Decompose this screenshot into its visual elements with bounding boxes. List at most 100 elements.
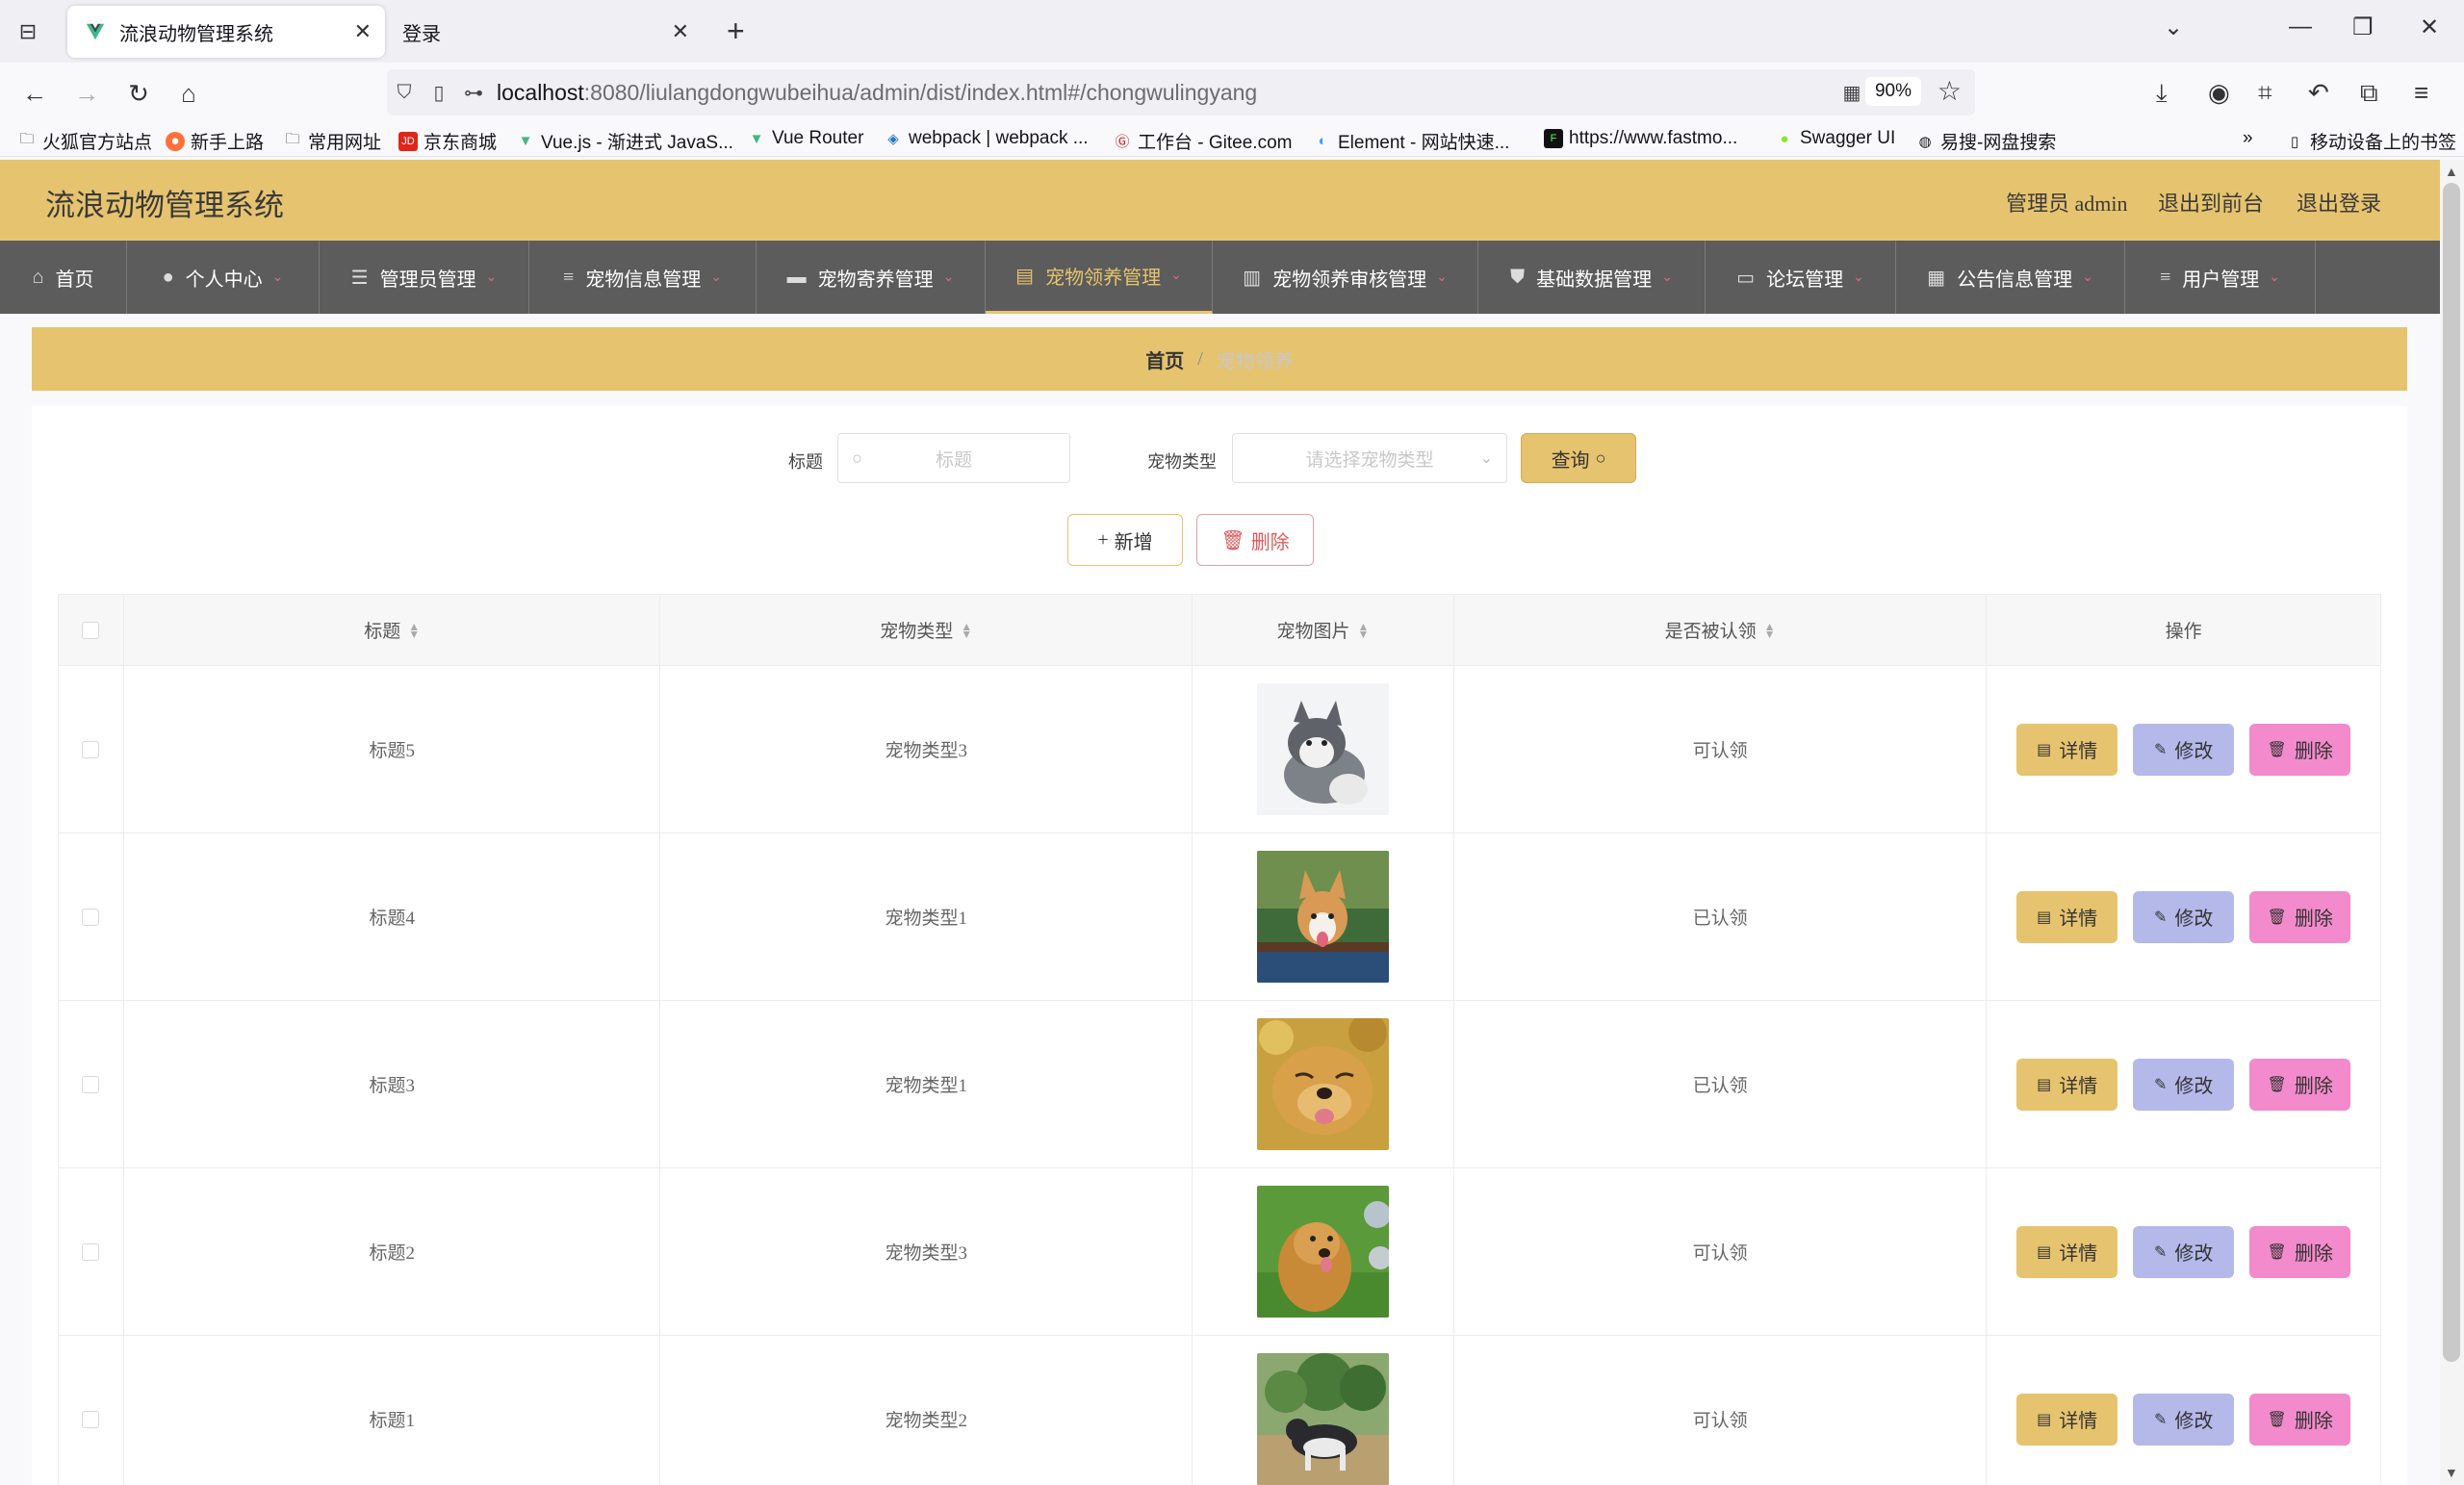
scroll-down-icon[interactable]: ▼ [2445,1465,2458,1480]
delete-button[interactable]: 🗑 删除 [2249,890,2351,943]
delete-button[interactable]: 🗑 删除 [2249,723,2351,776]
detail-button[interactable]: ▤ 详情 [2016,723,2118,776]
bookmark-item[interactable]: ▼ Vue.js - 渐进式 JavaS... [516,128,733,154]
close-tab-icon[interactable]: ✕ [672,19,689,44]
delete-button[interactable]: 🗑 删除 [2249,1225,2351,1278]
menu-item-home[interactable]: ⌂ 首页 [0,241,127,314]
qr-code-icon[interactable]: ▦ [1835,81,1869,105]
scrollbar-thumb[interactable] [2443,183,2460,1362]
screenshot-icon[interactable]: ⌗ [2258,78,2272,109]
row-checkbox[interactable] [82,908,100,926]
bookmark-item[interactable]: 🗀 常用网址 [283,128,381,154]
query-button[interactable]: 查询 ○ [1521,433,1636,483]
home-icon[interactable]: ⌂ [171,76,206,111]
select-all-checkbox[interactable] [82,621,100,639]
bookmark-item[interactable]: 🗀 火狐官方站点 [17,128,152,154]
edit-button[interactable]: ✎ 修改 [2133,723,2235,776]
exit-to-front-link[interactable]: 退出到前台 [2158,187,2264,218]
menu-item-forum[interactable]: ▭ 论坛管理 ⌄ [1706,241,1896,314]
pet-type-select[interactable]: 请选择宠物类型 ⌄ [1232,433,1507,483]
row-checkbox[interactable] [82,1410,100,1428]
bookmark-item[interactable]: ● 新手上路 [166,128,264,154]
download-icon[interactable]: ⤓ [2156,78,2168,109]
menu-item-pet-boarding[interactable]: ▬ 宠物寄养管理 ⌄ [757,241,986,314]
forward-icon[interactable]: → [69,76,104,111]
detail-button[interactable]: ▤ 详情 [2016,1225,2118,1278]
restore-icon[interactable]: ❐ [2352,13,2374,41]
tab-list-icon[interactable]: ⊟ [12,15,44,48]
reload-icon[interactable]: ↻ [121,76,156,111]
url-text[interactable]: localhost:8080/liulangdongwubeihua/admin… [497,80,1257,106]
row-checkbox[interactable] [82,740,100,758]
account-icon[interactable]: ◉ [2208,78,2230,108]
back-icon[interactable]: ← [17,76,52,111]
permissions-icon[interactable]: ⊶ [456,81,491,105]
menu-item-users[interactable]: ≡ 用户管理 ⌄ [2125,241,2316,314]
bookmark-item[interactable]: ◈ webpack | webpack ... [884,128,1088,149]
delete-button[interactable]: 🗑 删除 [2249,1393,2351,1446]
minimize-icon[interactable]: — [2289,13,2312,40]
bookmark-item[interactable]: ◐ Element - 网站快速... [1313,128,1509,154]
menu-item-pet-adoption[interactable]: ▤ 宠物领养管理 ⌄ [986,241,1213,314]
bookmark-item[interactable]: Fhttps://www.fastmo... [1544,128,1737,149]
new-tab-icon[interactable]: + [727,13,745,49]
column-header-type[interactable]: 宠物类型 ▲ ▼ [660,595,1194,665]
scroll-up-icon[interactable]: ▲ [2445,164,2458,179]
page-icon[interactable]: ▯ [422,81,456,105]
address-bar[interactable]: ⛉ ▯ ⊶ localhost:8080/liulangdongwubeihua… [387,69,1975,115]
search-icon: ○ [852,448,862,468]
browser-tab[interactable]: 登录 ✕ [385,6,703,58]
detail-button[interactable]: ▤ 详情 [2016,1058,2118,1111]
breadcrumb-home[interactable]: 首页 [1145,346,1184,373]
close-tab-icon[interactable]: ✕ [354,19,372,44]
folder-icon: 🗀 [19,131,35,147]
delete-button[interactable]: 🗑 删除 [2249,1058,2351,1111]
menu-item-base-data[interactable]: ⛊ 基础数据管理 ⌄ [1478,241,1706,314]
menu-item-profile[interactable]: ● 个人中心 ⌄ [127,241,320,314]
zoom-level[interactable]: 90% [1864,77,1921,106]
menu-item-pet-info[interactable]: ≡ 宠物信息管理 ⌄ [529,241,757,314]
row-checkbox[interactable] [82,1075,100,1093]
edit-button[interactable]: ✎ 修改 [2133,1393,2235,1446]
menu-item-adoption-review[interactable]: ▥ 宠物领养审核管理 ⌄ [1213,241,1478,314]
detail-button[interactable]: ▤ 详情 [2016,1393,2118,1446]
close-window-icon[interactable]: ✕ [2420,13,2439,41]
column-header-title[interactable]: 标题 ▲ ▼ [124,595,661,665]
bookmark-item[interactable]: Ⓖ 工作台 - Gitee.com [1113,128,1292,154]
undo-icon[interactable]: ↶ [2308,78,2329,108]
trash-icon: 🗑 [2267,909,2287,926]
swagger-icon: ● [1780,130,1789,147]
sort-icon[interactable]: ▲ ▼ [1357,621,1369,640]
shield-icon[interactable]: ⛉ [387,82,422,104]
bookmark-item[interactable]: ▼ Vue Router [747,128,864,149]
row-type: 宠物类型2 [660,1336,1194,1485]
sort-icon[interactable]: ▲ ▼ [961,621,972,640]
title-search-input[interactable]: ○ 标题 [837,433,1070,483]
row-checkbox[interactable] [82,1242,100,1261]
sort-icon[interactable]: ▲ ▼ [1764,621,1776,640]
browser-tab-active[interactable]: 流浪动物管理系统 ✕ [67,6,385,58]
edit-button[interactable]: ✎ 修改 [2133,890,2235,943]
edit-button[interactable]: ✎ 修改 [2133,1225,2235,1278]
search-form: 标题 ○ 标题 宠物类型 请选择宠物类型 ⌄ 查询 ○ [32,431,2407,485]
bookmark-item[interactable]: ● Swagger UI [1775,128,1895,149]
extensions-icon[interactable]: ⧉ [2360,78,2378,109]
column-header-status[interactable]: 是否被认领 ▲ ▼ [1454,595,1988,665]
add-button[interactable]: + 新增 [1067,514,1183,566]
edit-button[interactable]: ✎ 修改 [2133,1058,2235,1111]
bookmark-item[interactable]: ◍ 易搜-网盘搜索 [1915,128,2056,154]
logout-link[interactable]: 退出登录 [2297,187,2381,218]
menu-item-admin[interactable]: ☰ 管理员管理 ⌄ [320,241,529,314]
list-all-tabs-icon[interactable]: ⌄ [2164,13,2183,41]
more-bookmarks-icon[interactable]: » [2243,128,2253,149]
menu-item-notice[interactable]: ▦ 公告信息管理 ⌄ [1896,241,2125,314]
bookmark-star-icon[interactable]: ☆ [1938,75,1962,107]
column-header-photo[interactable]: 宠物图片 ▲ ▼ [1193,595,1454,665]
batch-delete-button[interactable]: 🗑 删除 [1196,514,1314,566]
table-row: 标题1 宠物类型2 可认领 ▤ 详情 ✎ 修改 🗑 删除 [59,1336,2380,1485]
sort-icon[interactable]: ▲ ▼ [408,621,420,640]
bookmark-item[interactable]: JD 京东商城 [398,128,497,154]
detail-button[interactable]: ▤ 详情 [2016,890,2118,943]
app-menu-icon[interactable]: ≡ [2414,78,2428,108]
mobile-bookmarks[interactable]: ▯ 移动设备上的书签 [2285,128,2456,154]
